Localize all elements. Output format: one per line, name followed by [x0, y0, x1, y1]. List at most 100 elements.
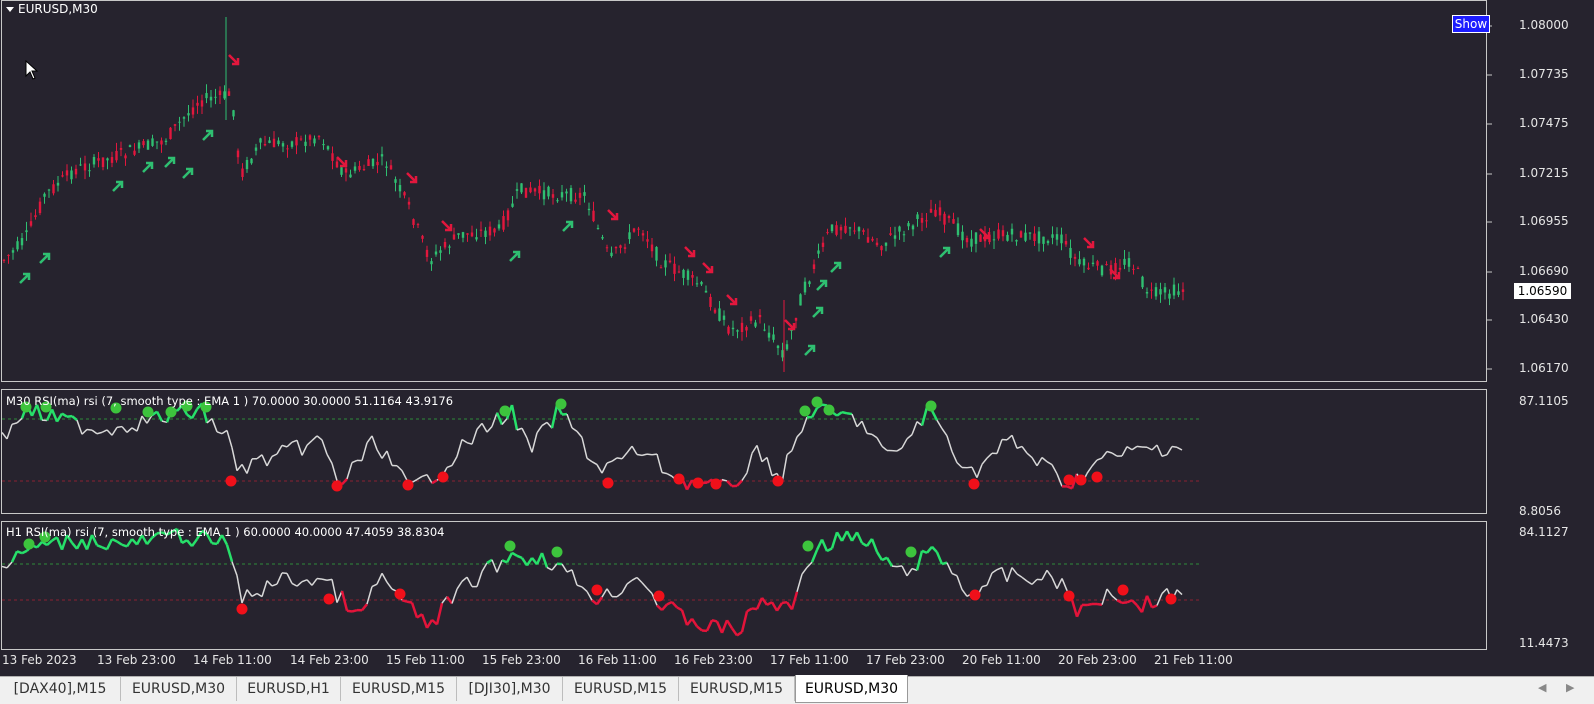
- rsi2-segment: [722, 620, 727, 633]
- time-label: 21 Feb 11:00: [1154, 653, 1233, 667]
- rsi2-segment: [812, 550, 817, 562]
- candlestick-series: [3, 17, 1184, 372]
- candle-body: [538, 186, 540, 193]
- rsi2-segment: [367, 587, 372, 604]
- rsi2-segment: [772, 602, 777, 611]
- rsi1-segment: [627, 446, 632, 453]
- rsi1-segment: [417, 476, 422, 479]
- candle-body: [273, 139, 275, 147]
- rsi1-segment: [362, 443, 367, 461]
- tab-dax40-m15[interactable]: [DAX40],M15: [0, 677, 121, 701]
- rsi1-segment: [97, 432, 102, 433]
- rsi2-oversold-dot: [1064, 591, 1075, 602]
- rsi1-overbought-dot: [824, 405, 835, 416]
- rsi1-overbought-dot: [166, 407, 177, 418]
- candle-body: [700, 282, 702, 284]
- candle-body: [439, 250, 441, 253]
- sell-arrow-icon: [727, 295, 736, 304]
- rsi1-segment: [1152, 445, 1157, 450]
- candle-body: [93, 157, 95, 164]
- candle-body: [453, 234, 455, 239]
- chart-area[interactable]: EURUSD,M30 Show 1.08000 1.07735 1.07475 …: [0, 0, 1594, 661]
- rsi2-segment: [907, 569, 912, 576]
- rsi2-segment: [1032, 579, 1037, 584]
- tab-eurusd-m15[interactable]: EURUSD,M15: [679, 677, 795, 701]
- candle-body: [529, 187, 531, 192]
- candle-body: [669, 261, 671, 263]
- candle-body: [619, 245, 621, 248]
- candle-body: [336, 161, 338, 167]
- candle-body: [484, 231, 486, 237]
- rsi1-oversold-dot: [403, 480, 414, 491]
- tab-eurusd-h1[interactable]: EURUSD,H1: [237, 677, 341, 701]
- candle-body: [615, 247, 617, 248]
- candle-body: [435, 252, 437, 255]
- candle-body: [480, 230, 482, 231]
- tab-eurusd-m30-active[interactable]: EURUSD,M30: [795, 675, 908, 703]
- rsi2-scale-low: 11.4473: [1519, 636, 1569, 650]
- rsi1-segment: [942, 429, 947, 436]
- candle-body: [340, 167, 342, 175]
- candle-body: [930, 209, 932, 213]
- rsi2-segment: [242, 590, 247, 603]
- rsi1-oversold-dot: [332, 481, 343, 492]
- candle-body: [151, 138, 153, 146]
- rsi2-segment: [302, 580, 307, 582]
- rsi1-segment: [302, 445, 307, 455]
- rsi1-segment: [397, 466, 402, 471]
- rsi2-segment: [262, 581, 267, 597]
- triangle-down-icon[interactable]: [6, 7, 14, 12]
- rsi1-segment: [1122, 447, 1127, 456]
- rsi2-segment: [1087, 604, 1092, 605]
- candle-body: [1119, 268, 1121, 270]
- show-button[interactable]: Show: [1452, 15, 1490, 33]
- candle-body: [507, 210, 509, 220]
- candle-body: [583, 192, 585, 196]
- arrow-right-icon[interactable]: ▶: [1566, 681, 1574, 694]
- rsi2-segment: [872, 539, 877, 552]
- price-scale-ticks: [1487, 26, 1492, 369]
- rsi2-segment: [317, 579, 322, 580]
- price-label: 1.06170: [1519, 361, 1569, 375]
- buy-arrow-icon: [203, 131, 212, 140]
- rsi2-title: H1 RSI(ma) rsi (7, smooth type : EMA 1 )…: [6, 525, 444, 539]
- rsi1-segment: [607, 461, 612, 463]
- candle-body: [250, 159, 252, 164]
- candle-body: [921, 218, 923, 223]
- tab-dji30-m30[interactable]: [DJI30],M30: [457, 677, 563, 701]
- candle-body: [633, 228, 635, 231]
- rsi1-segment: [262, 455, 267, 466]
- rsi2-segment: [17, 551, 22, 553]
- arrow-left-icon[interactable]: ◀: [1538, 681, 1546, 694]
- rsi1-segment: [737, 480, 742, 485]
- rsi2-segment: [1097, 604, 1102, 605]
- candle-body: [219, 91, 221, 95]
- candle-body: [520, 183, 522, 192]
- candle-body: [831, 224, 833, 231]
- rsi1-segment: [287, 442, 292, 447]
- rsi1-segment: [757, 445, 762, 461]
- tab-eurusd-m15[interactable]: EURUSD,M15: [341, 677, 457, 701]
- chart-canvas[interactable]: [0, 0, 1594, 661]
- rsi1-segment: [862, 421, 867, 433]
- candle-body: [862, 230, 864, 232]
- rsi1-title: M30 RSI(ma) rsi (7, smooth type : EMA 1 …: [6, 394, 453, 408]
- rsi2-segment: [272, 584, 277, 586]
- rsi1-segment: [242, 464, 247, 473]
- rsi1-segment: [492, 413, 497, 427]
- symbol-title[interactable]: EURUSD,M30: [6, 2, 98, 16]
- rsi2-segment: [462, 577, 467, 581]
- rsi1-segment: [317, 436, 322, 440]
- tab-eurusd-m15[interactable]: EURUSD,M15: [563, 677, 679, 701]
- rsi1-segment: [132, 428, 137, 431]
- candle-body: [385, 167, 387, 168]
- tab-eurusd-m30[interactable]: EURUSD,M30: [121, 677, 237, 701]
- rsi1-segment: [212, 419, 217, 432]
- candle-body: [750, 316, 752, 320]
- candle-body: [732, 328, 734, 329]
- candle-body: [349, 175, 351, 178]
- candle-body: [894, 235, 896, 238]
- rsi2-segment: [452, 589, 457, 603]
- rsi2-segment: [902, 566, 907, 576]
- rsi1-segment: [597, 465, 602, 474]
